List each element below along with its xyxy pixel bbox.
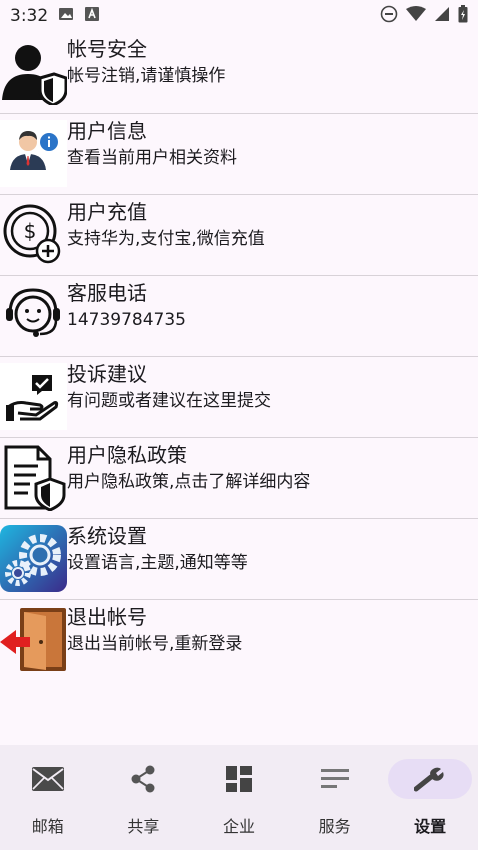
menu-item-subtitle: 退出当前帐号,重新登录	[67, 634, 243, 654]
wifi-icon	[406, 5, 426, 27]
menu-item-title: 用户隐私政策	[67, 443, 187, 467]
menu-item-title: 用户信息	[67, 119, 147, 143]
menu-item-privacy-policy[interactable]: 用户隐私政策 用户隐私政策,点击了解详细内容	[0, 438, 478, 519]
account-security-icon	[0, 38, 67, 105]
nav-label: 服务	[318, 817, 351, 836]
menu-item-system-settings[interactable]: 系统设置 设置语言,主题,通知等等	[0, 519, 478, 600]
menu-item-subtitle: 有问题或者建议在这里提交	[67, 391, 271, 411]
mail-icon	[16, 759, 80, 799]
menu-item-subtitle: 帐号注销,请谨慎操作	[67, 66, 226, 86]
nav-label: 设置	[414, 817, 447, 836]
status-bar: 3:32	[0, 0, 478, 32]
menu-item-subtitle: 支持华为,支付宝,微信充值	[67, 229, 265, 249]
nav-share[interactable]: 共享	[96, 745, 192, 850]
menu-item-title: 用户充值	[67, 200, 147, 224]
menu-item-title: 退出帐号	[67, 605, 147, 629]
system-settings-icon	[0, 525, 67, 592]
settings-menu-list: 帐号安全 帐号注销,请谨慎操作 用户信息 查看当前用户相关资料 $ 用户充值 支…	[0, 32, 478, 681]
menu-item-subtitle: 设置语言,主题,通知等等	[67, 553, 248, 573]
text-a-icon	[84, 6, 100, 27]
nav-enterprise[interactable]: 企业	[191, 745, 287, 850]
nav-service[interactable]: 服务	[287, 745, 383, 850]
menu-item-user-info[interactable]: 用户信息 查看当前用户相关资料	[0, 114, 478, 195]
nav-settings[interactable]: 设置	[382, 745, 478, 850]
nav-label: 共享	[127, 817, 160, 836]
menu-item-account-security[interactable]: 帐号安全 帐号注销,请谨慎操作	[0, 32, 478, 114]
menu-item-logout[interactable]: 退出帐号 退出当前帐号,重新登录	[0, 600, 478, 681]
nav-mail[interactable]: 邮箱	[0, 745, 96, 850]
dashboard-icon	[207, 759, 271, 799]
wrench-icon	[388, 759, 473, 799]
svg-text:$: $	[24, 219, 37, 243]
customer-service-icon	[0, 282, 67, 349]
logout-icon	[0, 606, 67, 673]
menu-item-title: 投诉建议	[67, 362, 147, 386]
share-icon	[111, 759, 175, 799]
recharge-icon: $	[0, 201, 67, 268]
menu-item-title: 系统设置	[67, 524, 147, 548]
menu-item-customer-service[interactable]: 客服电话 14739784735	[0, 276, 478, 357]
notes-icon	[303, 759, 367, 799]
menu-item-complaint[interactable]: 投诉建议 有问题或者建议在这里提交	[0, 357, 478, 438]
privacy-policy-icon	[0, 444, 67, 511]
complaint-icon	[0, 363, 67, 430]
nav-label: 邮箱	[31, 817, 64, 836]
menu-item-subtitle: 用户隐私政策,点击了解详细内容	[67, 472, 311, 492]
do-not-disturb-icon	[380, 5, 398, 28]
image-icon	[58, 6, 74, 27]
nav-label: 企业	[222, 817, 255, 836]
battery-icon	[458, 4, 468, 28]
status-time: 3:32	[10, 6, 49, 26]
signal-icon	[434, 6, 450, 27]
menu-item-title: 帐号安全	[67, 37, 147, 61]
menu-item-title: 客服电话	[67, 281, 147, 305]
menu-item-subtitle: 14739784735	[67, 310, 186, 330]
user-info-icon	[0, 120, 67, 187]
bottom-navigation: 邮箱 共享 企业 服务 设置	[0, 745, 478, 850]
menu-item-recharge[interactable]: $ 用户充值 支持华为,支付宝,微信充值	[0, 195, 478, 276]
menu-item-subtitle: 查看当前用户相关资料	[67, 148, 237, 168]
